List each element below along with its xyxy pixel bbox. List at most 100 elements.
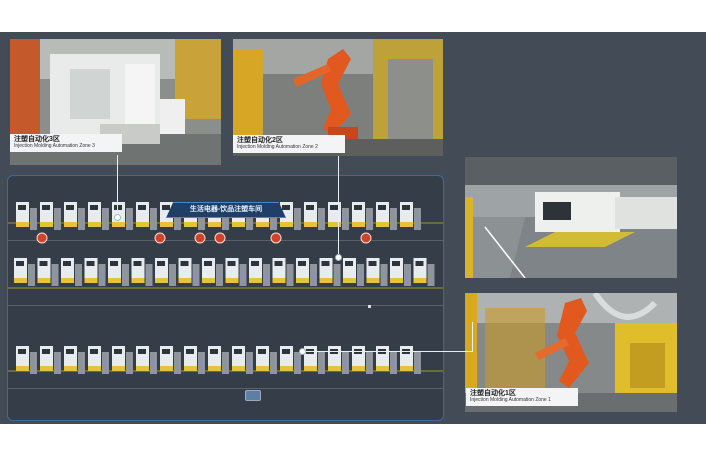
machine-window <box>66 349 74 354</box>
agv-cart-icon <box>245 390 261 401</box>
machine-base <box>184 222 197 227</box>
machine-base <box>319 278 333 283</box>
zone3-callout-dot <box>114 214 121 221</box>
machine-window <box>210 349 218 354</box>
alarm-marker-icon[interactable] <box>36 232 48 244</box>
machine-base <box>184 366 197 371</box>
machine-base <box>272 278 286 283</box>
conveyor <box>270 352 277 374</box>
conveyor <box>30 352 37 374</box>
machine-base <box>413 278 427 283</box>
conveyor <box>333 264 341 286</box>
alarm-marker-icon[interactable] <box>154 232 166 244</box>
machine-window <box>258 349 266 354</box>
conveyor <box>357 264 364 286</box>
machine-window <box>138 349 146 354</box>
alarm-marker-icon[interactable] <box>270 232 282 244</box>
machine-window <box>402 205 410 210</box>
conveyor <box>174 352 181 374</box>
machine-base <box>16 222 29 227</box>
conveyor <box>310 264 317 286</box>
conveyor <box>239 264 247 286</box>
machine-base <box>208 366 221 371</box>
conveyor <box>246 352 253 374</box>
machine-window <box>415 261 424 266</box>
machine-base <box>155 278 168 283</box>
machine-window <box>66 205 74 210</box>
zone2-callout-dot <box>335 254 342 261</box>
conveyor <box>126 208 133 230</box>
machine-base <box>88 366 101 371</box>
conveyor <box>390 208 397 230</box>
machine-base <box>400 222 413 227</box>
machine-window <box>114 205 122 210</box>
machine-window <box>180 261 189 266</box>
machine-window <box>345 261 353 266</box>
machine-base <box>296 278 309 283</box>
machine-window <box>86 261 95 266</box>
machine-base <box>400 366 413 371</box>
machine-window <box>90 349 98 354</box>
zone1-caption-en: Injection Molding Automation Zone 1 <box>470 397 551 404</box>
conveyor <box>54 352 61 374</box>
machine-base <box>256 366 269 371</box>
machine-window <box>204 261 212 266</box>
conveyor <box>78 352 85 374</box>
machine-window <box>186 349 194 354</box>
conveyor <box>145 264 153 286</box>
zone1-caption: 注塑自动化1区 Injection Molding Automation Zon… <box>466 388 578 406</box>
floor-rail-line <box>8 305 443 306</box>
zone3-caption-en: Injection Molding Automation Zone 3 <box>14 143 95 150</box>
machine-base <box>40 366 53 371</box>
machine-base <box>131 278 145 283</box>
floor-rail-line <box>8 240 443 241</box>
conveyor <box>169 264 176 286</box>
machine-window <box>39 261 48 266</box>
conveyor <box>102 208 109 230</box>
machine-window <box>162 349 170 354</box>
conveyor <box>54 208 61 230</box>
zone2-leader-line <box>338 156 339 256</box>
machine-base <box>160 366 173 371</box>
conveyor <box>318 208 325 230</box>
machine-window <box>157 261 165 266</box>
machine-base <box>108 278 121 283</box>
machine-base <box>16 366 29 371</box>
machine-window <box>298 261 306 266</box>
zone1-callout-dot <box>299 348 306 355</box>
alarm-marker-icon[interactable] <box>194 232 206 244</box>
machine-base <box>280 366 293 371</box>
machine-base <box>232 366 245 371</box>
conveyor <box>78 208 85 230</box>
alarm-marker-icon[interactable] <box>214 232 226 244</box>
conveyor <box>390 352 397 374</box>
machine-base <box>249 278 262 283</box>
mouse-pointer-icon <box>368 305 371 308</box>
machine-base <box>64 366 77 371</box>
machine-base <box>304 366 317 371</box>
conveyor <box>222 352 229 374</box>
conveyor <box>414 352 421 374</box>
conveyor <box>150 208 157 230</box>
conveyor <box>216 264 223 286</box>
factory-overview-slide: 注塑自动化3区 Injection Molding Automation Zon… <box>0 32 706 424</box>
machine-base <box>112 222 125 227</box>
zone1-leader-vertical <box>472 322 473 352</box>
machine-window <box>18 205 26 210</box>
machine-base <box>88 222 101 227</box>
machine-window <box>282 349 290 354</box>
conveyor <box>150 352 157 374</box>
machine-base <box>112 366 125 371</box>
alarm-marker-icon[interactable] <box>360 232 372 244</box>
machine-base <box>64 222 77 227</box>
machine-base <box>202 278 215 283</box>
machine-base <box>390 278 403 283</box>
zone3-leader-line <box>117 155 118 217</box>
machine-window <box>227 261 236 266</box>
machine-window <box>378 205 386 210</box>
machine-base <box>376 222 389 227</box>
conveyor <box>28 264 35 286</box>
machine-base <box>160 222 173 227</box>
machine-base <box>366 278 380 283</box>
zone3-caption: 注塑自动化3区 Injection Molding Automation Zon… <box>10 134 122 152</box>
